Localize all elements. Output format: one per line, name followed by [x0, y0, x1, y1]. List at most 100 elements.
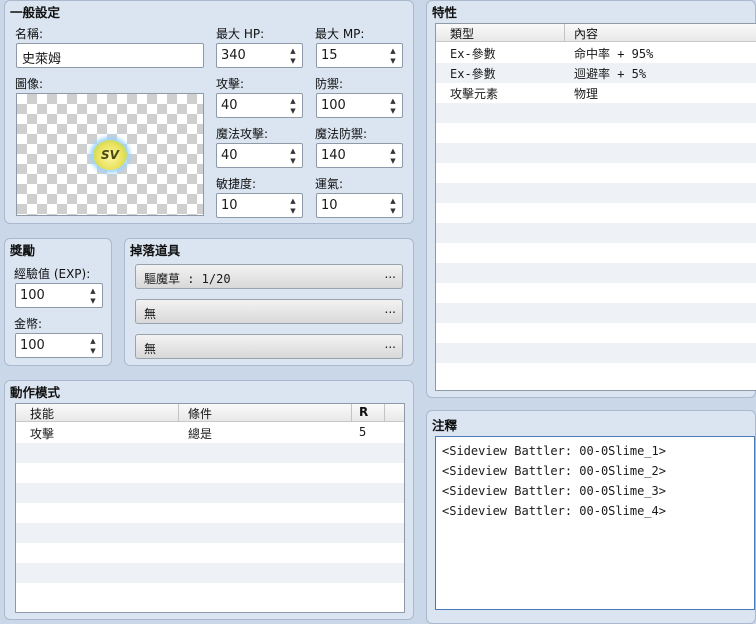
column-content-header[interactable]: 內容 [574, 25, 598, 42]
table-row[interactable] [436, 183, 756, 203]
defense-label: 防禦: [315, 77, 344, 91]
ellipsis-icon: ... [384, 267, 396, 281]
table-row[interactable]: Ex-參數 命中率 + 95% [436, 43, 756, 63]
luck-spinner[interactable]: 10 ▲ ▼ [316, 193, 403, 218]
note-textarea[interactable]: <Sideview Battler: 00-0Slime_1> <Sidevie… [435, 436, 755, 610]
spin-up-icon[interactable]: ▲ [388, 147, 398, 155]
table-row[interactable] [436, 243, 756, 263]
spin-down-icon[interactable]: ▼ [288, 157, 298, 165]
drop-items-title: 掉落道具 [130, 243, 181, 258]
defense-spinner[interactable]: 100 ▲ ▼ [316, 93, 403, 118]
spin-down-icon[interactable]: ▼ [388, 57, 398, 65]
note-line: <Sideview Battler: 00-0Slime_2> [442, 464, 666, 478]
spin-up-icon[interactable]: ▲ [388, 197, 398, 205]
image-label: 圖像: [15, 77, 44, 91]
table-row[interactable] [436, 143, 756, 163]
name-field[interactable]: 史萊姆 [16, 43, 204, 68]
table-row[interactable]: Ex-參數 迴避率 + 5% [436, 63, 756, 83]
max-mp-spinner[interactable]: 15 ▲ ▼ [316, 43, 403, 68]
drop-item-2-text: 無 [144, 307, 157, 321]
table-row[interactable] [436, 343, 756, 363]
table-row[interactable] [436, 303, 756, 323]
column-condition-header[interactable]: 條件 [188, 405, 212, 422]
table-row[interactable]: 攻擊 總是 5 [16, 423, 404, 443]
magic-defense-spinner[interactable]: 140 ▲ ▼ [316, 143, 403, 168]
attack-value: 40 [221, 98, 238, 113]
table-row[interactable] [16, 463, 404, 483]
table-row[interactable] [16, 503, 404, 523]
table-row[interactable] [436, 203, 756, 223]
exp-value: 100 [20, 288, 45, 303]
exp-label: 經驗值 (EXP): [14, 267, 91, 281]
drop-item-1-text: 驅魔草 : 1/20 [144, 272, 231, 286]
table-row[interactable] [436, 123, 756, 143]
trait-type-cell: Ex-參數 [450, 47, 496, 61]
max-hp-spinner[interactable]: 340 ▲ ▼ [216, 43, 303, 68]
max-mp-label: 最大 MP: [315, 27, 365, 41]
spin-up-icon[interactable]: ▲ [88, 337, 98, 345]
column-skill-header[interactable]: 技能 [30, 405, 54, 422]
table-row[interactable] [436, 323, 756, 343]
spin-down-icon[interactable]: ▼ [88, 297, 98, 305]
spin-up-icon[interactable]: ▲ [388, 97, 398, 105]
drop-item-3-button[interactable]: 無 ... [135, 334, 403, 359]
ellipsis-icon: ... [384, 302, 396, 316]
agility-label: 敏捷度: [216, 177, 257, 191]
note-line: <Sideview Battler: 00-0Slime_1> [442, 444, 666, 458]
trait-content-cell: 命中率 + 95% [574, 47, 654, 61]
traits-table[interactable]: 類型 內容 Ex-參數 命中率 + 95% Ex-參數 迴避率 + 5% 攻擊元… [435, 23, 756, 391]
table-row[interactable] [16, 483, 404, 503]
table-row[interactable] [16, 563, 404, 583]
battler-image[interactable]: SV [16, 93, 204, 216]
spin-up-icon[interactable]: ▲ [88, 287, 98, 295]
magic-attack-spinner[interactable]: 40 ▲ ▼ [216, 143, 303, 168]
exp-spinner[interactable]: 100 ▲ ▼ [15, 283, 103, 308]
spin-up-icon[interactable]: ▲ [288, 47, 298, 55]
column-type-header[interactable]: 類型 [450, 25, 474, 42]
table-row[interactable] [16, 583, 404, 603]
table-row[interactable] [436, 163, 756, 183]
action-patterns-table[interactable]: 技能 條件 R 攻擊 總是 5 [15, 403, 405, 613]
trait-content-cell: 迴避率 + 5% [574, 67, 647, 81]
table-row[interactable] [16, 543, 404, 563]
table-header: 技能 條件 R [16, 404, 404, 422]
gold-spinner[interactable]: 100 ▲ ▼ [15, 333, 103, 358]
spin-up-icon[interactable]: ▲ [388, 47, 398, 55]
spin-down-icon[interactable]: ▼ [388, 107, 398, 115]
spin-down-icon[interactable]: ▼ [288, 107, 298, 115]
spin-down-icon[interactable]: ▼ [288, 57, 298, 65]
agility-spinner[interactable]: 10 ▲ ▼ [216, 193, 303, 218]
table-row[interactable]: 攻擊元素 物理 [436, 83, 756, 103]
spin-down-icon[interactable]: ▼ [388, 157, 398, 165]
spin-up-icon[interactable]: ▲ [288, 97, 298, 105]
drop-item-1-button[interactable]: 驅魔草 : 1/20 ... [135, 264, 403, 289]
max-hp-value: 340 [221, 48, 246, 63]
drop-item-2-button[interactable]: 無 ... [135, 299, 403, 324]
attack-label: 攻擊: [216, 77, 245, 91]
table-header: 類型 內容 [436, 24, 756, 42]
table-row[interactable] [16, 443, 404, 463]
spin-down-icon[interactable]: ▼ [388, 207, 398, 215]
traits-panel: 特性 類型 內容 Ex-參數 命中率 + 95% Ex-參數 迴避率 + 5% … [426, 0, 756, 398]
table-row[interactable] [436, 363, 756, 383]
table-row[interactable] [436, 263, 756, 283]
defense-value: 100 [321, 98, 346, 113]
table-row[interactable] [16, 523, 404, 543]
name-label: 名稱: [15, 27, 44, 41]
skill-cell: 攻擊 [30, 427, 55, 441]
spin-down-icon[interactable]: ▼ [288, 207, 298, 215]
column-rating-header[interactable]: R [359, 405, 368, 419]
note-line: <Sideview Battler: 00-0Slime_4> [442, 504, 666, 518]
table-row[interactable] [436, 223, 756, 243]
trait-content-cell: 物理 [574, 87, 599, 101]
table-row[interactable] [436, 103, 756, 123]
gold-label: 金幣: [14, 317, 43, 331]
spin-up-icon[interactable]: ▲ [288, 197, 298, 205]
magic-defense-value: 140 [321, 148, 346, 163]
trait-type-cell: Ex-參數 [450, 67, 496, 81]
name-value: 史萊姆 [22, 52, 62, 67]
spin-up-icon[interactable]: ▲ [288, 147, 298, 155]
table-row[interactable] [436, 283, 756, 303]
attack-spinner[interactable]: 40 ▲ ▼ [216, 93, 303, 118]
spin-down-icon[interactable]: ▼ [88, 347, 98, 355]
